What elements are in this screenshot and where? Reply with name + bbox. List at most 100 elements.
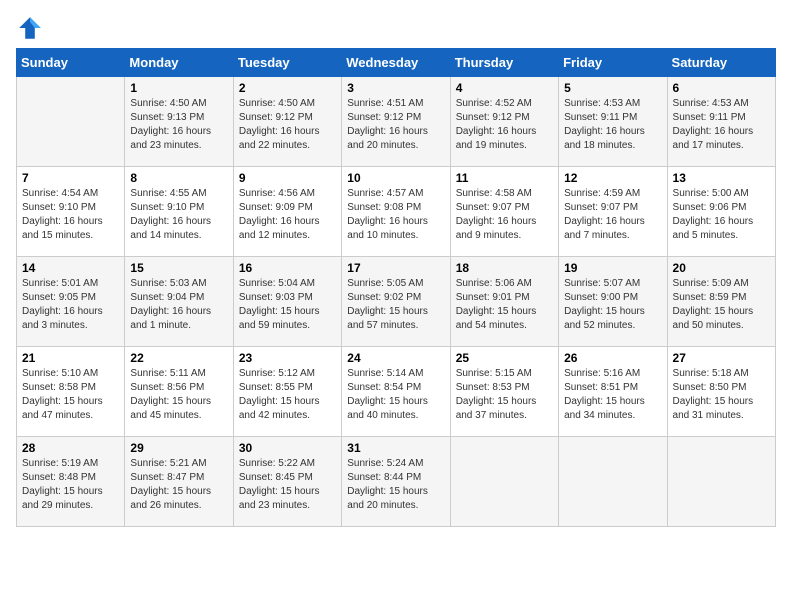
day-info: Sunrise: 5:01 AMSunset: 9:05 PMDaylight:… (22, 278, 103, 331)
day-info: Sunrise: 5:04 AMSunset: 9:03 PMDaylight:… (239, 278, 320, 331)
day-number: 11 (456, 171, 553, 185)
calendar-day-cell: 6 Sunrise: 4:53 AMSunset: 9:11 PMDayligh… (667, 77, 775, 167)
calendar-day-cell: 11 Sunrise: 4:58 AMSunset: 9:07 PMDaylig… (450, 167, 558, 257)
day-info: Sunrise: 4:51 AMSunset: 9:12 PMDaylight:… (347, 98, 428, 151)
calendar-day-cell: 2 Sunrise: 4:50 AMSunset: 9:12 PMDayligh… (233, 77, 341, 167)
calendar-day-cell: 29 Sunrise: 5:21 AMSunset: 8:47 PMDaylig… (125, 437, 233, 527)
calendar-day-cell (450, 437, 558, 527)
header-saturday: Saturday (667, 49, 775, 77)
day-number: 1 (130, 81, 227, 95)
day-info: Sunrise: 5:18 AMSunset: 8:50 PMDaylight:… (673, 368, 754, 421)
day-info: Sunrise: 4:55 AMSunset: 9:10 PMDaylight:… (130, 188, 211, 241)
calendar-day-cell: 25 Sunrise: 5:15 AMSunset: 8:53 PMDaylig… (450, 347, 558, 437)
day-number: 27 (673, 351, 770, 365)
day-info: Sunrise: 4:59 AMSunset: 9:07 PMDaylight:… (564, 188, 645, 241)
calendar-day-cell: 10 Sunrise: 4:57 AMSunset: 9:08 PMDaylig… (342, 167, 450, 257)
day-info: Sunrise: 5:16 AMSunset: 8:51 PMDaylight:… (564, 368, 645, 421)
header-sunday: Sunday (17, 49, 125, 77)
day-info: Sunrise: 5:06 AMSunset: 9:01 PMDaylight:… (456, 278, 537, 331)
day-info: Sunrise: 4:50 AMSunset: 9:12 PMDaylight:… (239, 98, 320, 151)
calendar-day-cell: 13 Sunrise: 5:00 AMSunset: 9:06 PMDaylig… (667, 167, 775, 257)
day-number: 17 (347, 261, 444, 275)
calendar-day-cell (559, 437, 667, 527)
weekday-header-row: Sunday Monday Tuesday Wednesday Thursday… (17, 49, 776, 77)
calendar-day-cell: 17 Sunrise: 5:05 AMSunset: 9:02 PMDaylig… (342, 257, 450, 347)
day-number: 14 (22, 261, 119, 275)
day-info: Sunrise: 4:53 AMSunset: 9:11 PMDaylight:… (564, 98, 645, 151)
day-number: 18 (456, 261, 553, 275)
day-number: 5 (564, 81, 661, 95)
calendar-day-cell: 5 Sunrise: 4:53 AMSunset: 9:11 PMDayligh… (559, 77, 667, 167)
day-number: 10 (347, 171, 444, 185)
day-number: 22 (130, 351, 227, 365)
day-info: Sunrise: 5:22 AMSunset: 8:45 PMDaylight:… (239, 458, 320, 511)
day-number: 16 (239, 261, 336, 275)
calendar-day-cell: 30 Sunrise: 5:22 AMSunset: 8:45 PMDaylig… (233, 437, 341, 527)
day-info: Sunrise: 5:14 AMSunset: 8:54 PMDaylight:… (347, 368, 428, 421)
day-number: 4 (456, 81, 553, 95)
day-number: 3 (347, 81, 444, 95)
calendar-day-cell: 3 Sunrise: 4:51 AMSunset: 9:12 PMDayligh… (342, 77, 450, 167)
day-info: Sunrise: 4:58 AMSunset: 9:07 PMDaylight:… (456, 188, 537, 241)
calendar-day-cell: 20 Sunrise: 5:09 AMSunset: 8:59 PMDaylig… (667, 257, 775, 347)
calendar-table: Sunday Monday Tuesday Wednesday Thursday… (16, 48, 776, 527)
day-info: Sunrise: 5:10 AMSunset: 8:58 PMDaylight:… (22, 368, 103, 421)
day-info: Sunrise: 5:21 AMSunset: 8:47 PMDaylight:… (130, 458, 211, 511)
calendar-day-cell: 1 Sunrise: 4:50 AMSunset: 9:13 PMDayligh… (125, 77, 233, 167)
logo-icon (18, 16, 42, 40)
header-friday: Friday (559, 49, 667, 77)
day-info: Sunrise: 4:52 AMSunset: 9:12 PMDaylight:… (456, 98, 537, 151)
day-info: Sunrise: 5:07 AMSunset: 9:00 PMDaylight:… (564, 278, 645, 331)
calendar-day-cell: 28 Sunrise: 5:19 AMSunset: 8:48 PMDaylig… (17, 437, 125, 527)
calendar-day-cell: 26 Sunrise: 5:16 AMSunset: 8:51 PMDaylig… (559, 347, 667, 437)
day-number: 28 (22, 441, 119, 455)
calendar-day-cell: 19 Sunrise: 5:07 AMSunset: 9:00 PMDaylig… (559, 257, 667, 347)
calendar-day-cell: 7 Sunrise: 4:54 AMSunset: 9:10 PMDayligh… (17, 167, 125, 257)
calendar-body: 1 Sunrise: 4:50 AMSunset: 9:13 PMDayligh… (17, 77, 776, 527)
calendar-day-cell: 14 Sunrise: 5:01 AMSunset: 9:05 PMDaylig… (17, 257, 125, 347)
calendar-day-cell: 27 Sunrise: 5:18 AMSunset: 8:50 PMDaylig… (667, 347, 775, 437)
calendar-week-row: 7 Sunrise: 4:54 AMSunset: 9:10 PMDayligh… (17, 167, 776, 257)
day-number: 24 (347, 351, 444, 365)
calendar-day-cell: 12 Sunrise: 4:59 AMSunset: 9:07 PMDaylig… (559, 167, 667, 257)
day-number: 8 (130, 171, 227, 185)
header (16, 16, 776, 40)
day-info: Sunrise: 5:19 AMSunset: 8:48 PMDaylight:… (22, 458, 103, 511)
day-number: 29 (130, 441, 227, 455)
day-info: Sunrise: 4:53 AMSunset: 9:11 PMDaylight:… (673, 98, 754, 151)
day-number: 21 (22, 351, 119, 365)
calendar-day-cell: 31 Sunrise: 5:24 AMSunset: 8:44 PMDaylig… (342, 437, 450, 527)
calendar-day-cell: 22 Sunrise: 5:11 AMSunset: 8:56 PMDaylig… (125, 347, 233, 437)
day-info: Sunrise: 4:56 AMSunset: 9:09 PMDaylight:… (239, 188, 320, 241)
calendar-day-cell: 21 Sunrise: 5:10 AMSunset: 8:58 PMDaylig… (17, 347, 125, 437)
day-info: Sunrise: 5:11 AMSunset: 8:56 PMDaylight:… (130, 368, 211, 421)
day-number: 6 (673, 81, 770, 95)
day-info: Sunrise: 5:09 AMSunset: 8:59 PMDaylight:… (673, 278, 754, 331)
day-number: 12 (564, 171, 661, 185)
calendar-week-row: 21 Sunrise: 5:10 AMSunset: 8:58 PMDaylig… (17, 347, 776, 437)
day-info: Sunrise: 5:12 AMSunset: 8:55 PMDaylight:… (239, 368, 320, 421)
day-info: Sunrise: 5:03 AMSunset: 9:04 PMDaylight:… (130, 278, 211, 331)
calendar-day-cell: 8 Sunrise: 4:55 AMSunset: 9:10 PMDayligh… (125, 167, 233, 257)
calendar-day-cell: 23 Sunrise: 5:12 AMSunset: 8:55 PMDaylig… (233, 347, 341, 437)
calendar-day-cell: 24 Sunrise: 5:14 AMSunset: 8:54 PMDaylig… (342, 347, 450, 437)
day-info: Sunrise: 4:50 AMSunset: 9:13 PMDaylight:… (130, 98, 211, 151)
day-number: 13 (673, 171, 770, 185)
day-number: 9 (239, 171, 336, 185)
day-info: Sunrise: 5:00 AMSunset: 9:06 PMDaylight:… (673, 188, 754, 241)
day-number: 20 (673, 261, 770, 275)
calendar-day-cell (17, 77, 125, 167)
header-monday: Monday (125, 49, 233, 77)
calendar-week-row: 14 Sunrise: 5:01 AMSunset: 9:05 PMDaylig… (17, 257, 776, 347)
day-number: 23 (239, 351, 336, 365)
calendar-day-cell: 18 Sunrise: 5:06 AMSunset: 9:01 PMDaylig… (450, 257, 558, 347)
day-number: 30 (239, 441, 336, 455)
header-tuesday: Tuesday (233, 49, 341, 77)
day-info: Sunrise: 5:05 AMSunset: 9:02 PMDaylight:… (347, 278, 428, 331)
calendar-week-row: 28 Sunrise: 5:19 AMSunset: 8:48 PMDaylig… (17, 437, 776, 527)
calendar-header: Sunday Monday Tuesday Wednesday Thursday… (17, 49, 776, 77)
header-thursday: Thursday (450, 49, 558, 77)
calendar-day-cell: 16 Sunrise: 5:04 AMSunset: 9:03 PMDaylig… (233, 257, 341, 347)
day-number: 15 (130, 261, 227, 275)
day-info: Sunrise: 4:54 AMSunset: 9:10 PMDaylight:… (22, 188, 103, 241)
